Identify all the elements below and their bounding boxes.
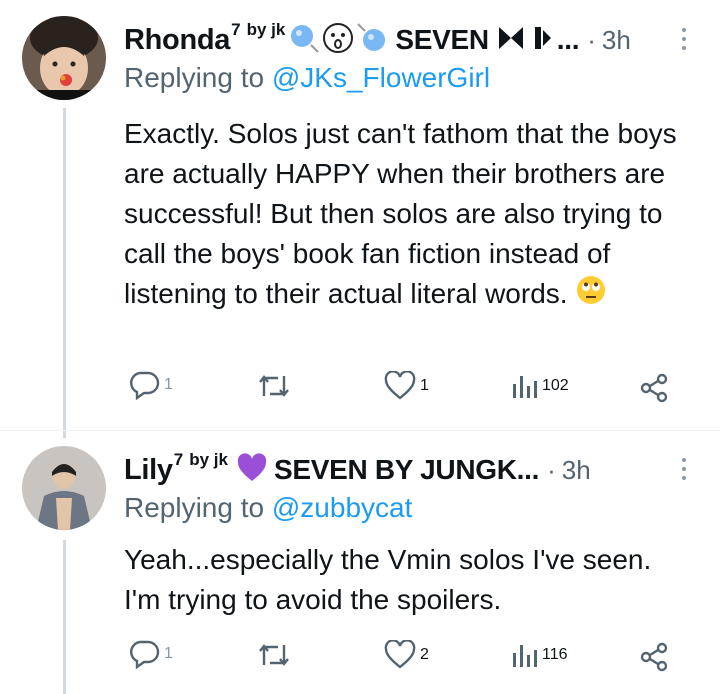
retweet-button[interactable] <box>256 372 292 400</box>
author-name[interactable]: Rhonda <box>124 24 230 57</box>
replying-to: Replying to @zubbycat <box>124 492 720 532</box>
separator-dot: · <box>547 454 556 485</box>
like-button[interactable]: 2 <box>384 640 429 670</box>
replying-handle[interactable]: @zubbycat <box>272 492 413 523</box>
views-icon <box>513 376 537 398</box>
avatar[interactable] <box>22 446 106 530</box>
purple-heart-emoji <box>236 452 268 488</box>
face-emoji <box>321 21 355 60</box>
like-icon <box>384 371 416 400</box>
balloon-emoji <box>355 21 389 60</box>
author-name-suffix: SEVEN <box>395 24 489 55</box>
tweet[interactable]: Rhonda 7 by jk SEVEN ... · 3h Replying t… <box>0 0 720 430</box>
avatar[interactable] <box>22 16 106 100</box>
replying-label: Replying to <box>124 492 265 523</box>
timestamp[interactable]: 3h <box>602 25 631 56</box>
reply-button[interactable]: 1 <box>128 639 173 669</box>
author-tag: by jk <box>246 20 286 39</box>
eyeroll-emoji <box>575 274 607 317</box>
tweet-text-content: Yeah...especially the Vmin solos I've se… <box>124 544 652 615</box>
author-name-suffix: SEVEN BY JUNGK... <box>273 454 540 485</box>
bowtie-symbol <box>497 24 557 57</box>
views-count: 102 <box>542 377 569 394</box>
tweet-header: Lily 7 by jk SEVEN BY JUNGK... · 3h <box>124 450 720 490</box>
reply-button[interactable]: 1 <box>128 370 173 400</box>
share-icon <box>640 642 668 672</box>
more-icon[interactable] <box>682 458 686 485</box>
truncation: ... <box>556 24 580 55</box>
reply-count: 1 <box>164 645 173 662</box>
tweet-text: Exactly. Solos just can't fathom that th… <box>124 114 714 317</box>
tweet-text: Yeah...especially the Vmin solos I've se… <box>124 540 684 620</box>
retweet-button[interactable] <box>256 641 292 669</box>
tweet-header: Rhonda 7 by jk SEVEN ... · 3h <box>124 20 720 60</box>
more-icon[interactable] <box>682 28 686 55</box>
like-count: 2 <box>420 646 429 663</box>
share-button[interactable] <box>638 372 670 404</box>
views-button[interactable]: 102 <box>512 372 569 400</box>
retweet-icon <box>259 375 289 397</box>
views-button[interactable]: 116 <box>512 641 568 669</box>
author-superscript: 7 <box>173 450 184 469</box>
retweet-icon <box>259 644 289 666</box>
reply-count: 1 <box>164 376 173 393</box>
like-count: 1 <box>420 377 429 394</box>
replying-label: Replying to <box>124 62 265 93</box>
divider <box>0 430 720 431</box>
separator-dot: · <box>587 24 596 55</box>
timestamp[interactable]: 3h <box>562 455 591 486</box>
views-count: 116 <box>542 646 568 663</box>
author-superscript: 7 <box>231 20 241 39</box>
share-button[interactable] <box>638 641 670 673</box>
reply-icon <box>130 640 160 669</box>
author-name[interactable]: Lily <box>124 454 173 487</box>
share-icon <box>640 373 668 403</box>
author-tag: by jk <box>189 450 228 469</box>
balloon-emoji <box>287 21 321 60</box>
like-icon <box>384 640 416 669</box>
views-icon <box>513 645 537 667</box>
replying-to: Replying to @JKs_FlowerGirl <box>124 62 720 102</box>
reply-icon <box>130 371 160 400</box>
replying-handle[interactable]: @JKs_FlowerGirl <box>272 62 490 93</box>
tweet[interactable]: Lily 7 by jk SEVEN BY JUNGK... · 3h Repl… <box>0 432 720 694</box>
like-button[interactable]: 1 <box>384 371 429 401</box>
